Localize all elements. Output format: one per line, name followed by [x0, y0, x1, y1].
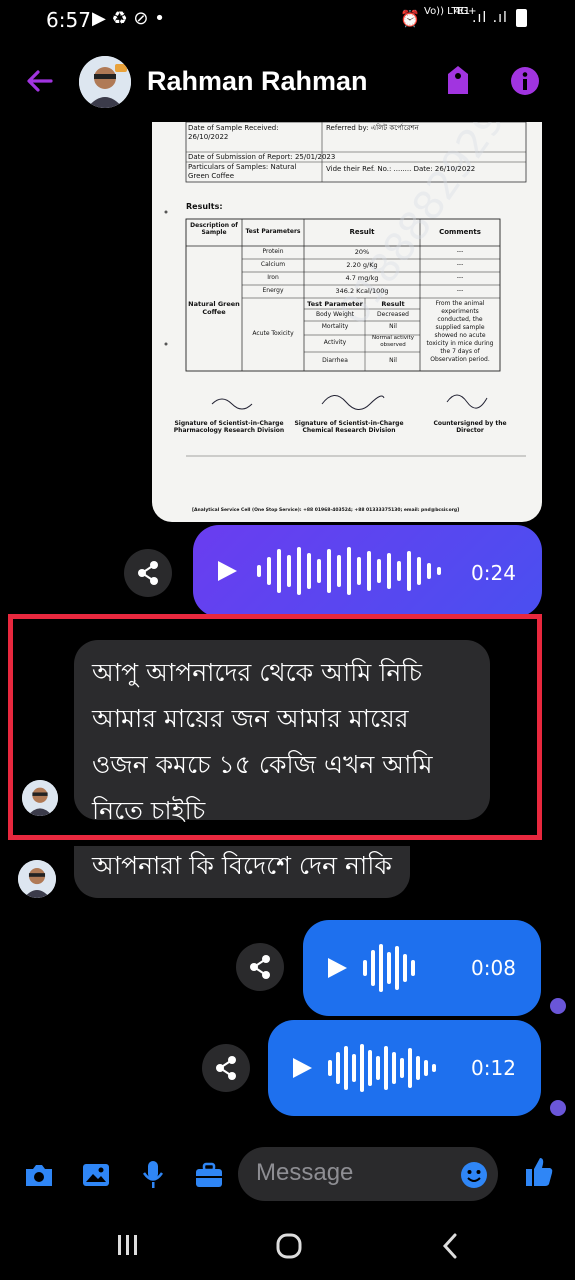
contact-name[interactable]: Rahman Rahman — [147, 66, 368, 97]
doc-tox-label: Acute Toxicity — [252, 330, 294, 337]
play-icon[interactable] — [325, 956, 349, 980]
gallery-icon[interactable] — [81, 1162, 111, 1188]
seen-receipt-icon — [550, 998, 566, 1014]
doc-submission: Date of Submission of Report: 25/01/2023 — [188, 153, 336, 161]
doc-footer: [Analytical Service Cell (One Stop Servi… — [192, 508, 460, 513]
alarm-icon: ⏰ — [400, 9, 420, 28]
doc-h-result: Result — [349, 228, 375, 236]
briefcase-icon[interactable] — [194, 1162, 224, 1188]
waveform[interactable] — [361, 942, 421, 994]
sender-avatar[interactable] — [18, 860, 56, 898]
audio-duration: 0:08 — [471, 956, 516, 980]
recent-apps-icon[interactable] — [116, 1234, 140, 1256]
play-icon[interactable] — [290, 1056, 314, 1080]
doc-ref: Vide their Ref. No.: ........ Date: 26/1… — [326, 165, 476, 173]
home-icon[interactable] — [275, 1232, 303, 1260]
signal-icon: .ıl .ıl — [472, 10, 508, 26]
share-button[interactable] — [124, 549, 172, 597]
waveform[interactable] — [326, 1042, 442, 1094]
share-button[interactable] — [202, 1044, 250, 1092]
doc-tox-comment: From the animal experiments conducted, t… — [426, 300, 494, 363]
back-icon[interactable] — [440, 1232, 460, 1260]
doc-results: Results: — [186, 202, 223, 211]
audio-message[interactable]: 0:08 — [303, 920, 541, 1016]
share-icon — [138, 561, 158, 585]
incoming-text-message[interactable]: আপু আপনাদের থেকে আমি নিচি আমার মায়ের জন… — [74, 640, 490, 825]
doc-h-comments: Comments — [439, 228, 481, 236]
doc-referred: Referred by: এলিট কর্পোরেশন — [326, 124, 419, 132]
waveform[interactable] — [255, 545, 445, 597]
doc-sig1: Signature of Scientist-in-Charge Pharmac… — [173, 420, 285, 434]
thumbs-up-icon[interactable] — [524, 1156, 554, 1188]
sender-avatar[interactable] — [22, 780, 58, 816]
doc-sig2: Signature of Scientist-in-Charge Chemica… — [294, 420, 404, 434]
doc-tox-h2: Result — [381, 300, 405, 308]
document-image-message[interactable]: 0188882929 Date of Sample Received: 26/1… — [152, 122, 542, 522]
camera-icon[interactable] — [24, 1162, 54, 1188]
status-icons-left: ▶ ♻ ⊘ • — [92, 8, 165, 29]
emoji-icon[interactable] — [460, 1161, 488, 1189]
doc-tox-h1: Test Parameter — [307, 300, 363, 308]
share-icon — [250, 955, 270, 979]
message-input[interactable]: Message — [238, 1147, 498, 1201]
audio-duration: 0:12 — [471, 1056, 516, 1080]
status-time: 6:57 — [46, 8, 91, 32]
contact-avatar[interactable] — [79, 56, 131, 108]
seen-receipt-icon — [550, 1100, 566, 1116]
info-icon[interactable] — [510, 66, 540, 96]
share-button[interactable] — [236, 943, 284, 991]
back-arrow-icon[interactable] — [24, 66, 54, 96]
microphone-icon[interactable] — [142, 1160, 164, 1190]
system-nav-bar — [0, 1210, 575, 1280]
chat-header: Rahman Rahman — [0, 42, 575, 122]
status-bar: 6:57 ▶ ♻ ⊘ • ⏰ Vo)) LTE1 4G+ .ıl .ıl — [0, 0, 575, 42]
message-placeholder: Message — [256, 1159, 354, 1186]
share-icon — [216, 1056, 236, 1080]
tag-icon[interactable] — [444, 64, 472, 96]
incoming-text-message[interactable]: আপনারা কি বিদেশে দেন নাকি — [74, 846, 410, 898]
doc-received: Date of Sample Received: 26/10/2022 — [188, 124, 279, 141]
doc-particulars: Particulars of Samples: Natural Green Co… — [188, 163, 297, 180]
doc-h-desc: Description of Sample — [190, 222, 238, 236]
audio-duration: 0:24 — [471, 561, 516, 585]
battery-icon — [516, 9, 527, 27]
play-icon[interactable] — [215, 559, 239, 583]
doc-sample: Natural Green Coffee — [188, 300, 240, 316]
doc-sig3: Countersigned by the Director — [433, 420, 507, 434]
doc-h-param: Test Parameters — [245, 228, 301, 235]
audio-message[interactable]: 0:24 — [193, 525, 542, 617]
audio-message[interactable]: 0:12 — [268, 1020, 541, 1116]
